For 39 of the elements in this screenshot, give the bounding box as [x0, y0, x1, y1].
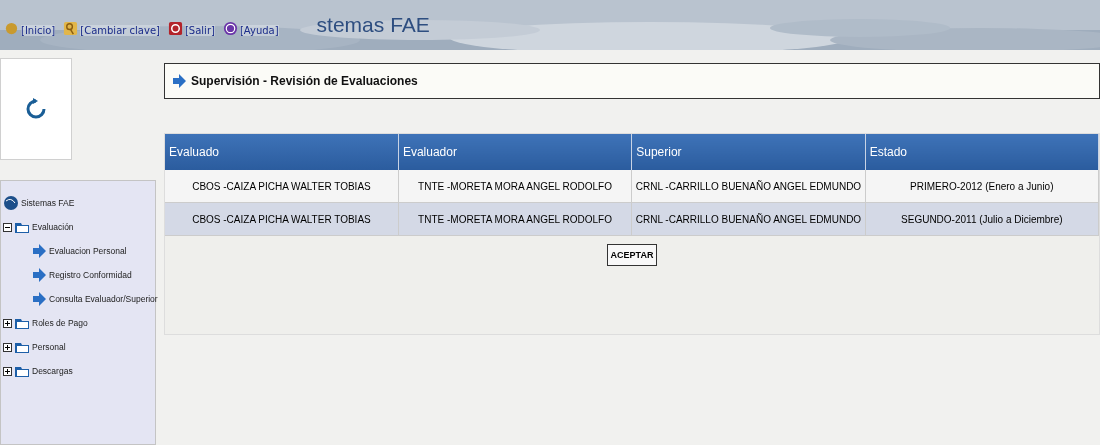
tree-item[interactable]: Sistemas FAE [21, 198, 75, 208]
refresh-icon[interactable] [24, 97, 48, 121]
column-header: Evaluado [165, 134, 399, 170]
help-icon[interactable] [222, 21, 238, 36]
column-header: Estado [865, 134, 1099, 170]
arrow-icon [31, 291, 47, 307]
accept-button[interactable]: ACEPTAR [606, 244, 658, 266]
tree-item[interactable]: Roles de Pago [32, 318, 88, 328]
tree-item[interactable]: Consulta Evaluador/Superior [49, 294, 158, 304]
header-link[interactable]: [Salir] [184, 25, 215, 36]
power-icon[interactable] [167, 21, 183, 36]
column-header: Evaluador [398, 134, 632, 170]
table-cell: CBOS -CAIZA PICHA WALTER TOBIAS [165, 170, 399, 203]
table-cell: CRNL -CARRILLO BUENAÑO ANGEL EDMUNDO [631, 202, 866, 236]
tree-item[interactable]: Registro Conformidad [49, 270, 132, 280]
header-link[interactable]: [Inicio] [21, 25, 56, 36]
header-link[interactable]: [Cambiar clave] [80, 25, 160, 36]
table-cell: CBOS -CAIZA PICHA WALTER TOBIAS [165, 202, 399, 236]
page-title: Supervisión - Revisión de Evaluaciones [191, 74, 418, 88]
arrow-icon [31, 267, 47, 283]
expand-icon[interactable] [3, 318, 12, 328]
tree-item[interactable]: Evaluación [32, 222, 74, 232]
banner-title: stemas FAE [316, 13, 430, 37]
table-cell: PRIMERO-2012 (Enero a Junio) [865, 170, 1099, 203]
table-cell: TNTE -MORETA MORA ANGEL RODOLFO [398, 202, 632, 236]
expand-icon[interactable] [3, 366, 12, 376]
table-cell: TNTE -MORETA MORA ANGEL RODOLFO [398, 170, 632, 203]
arrow-icon [31, 243, 47, 259]
collapse-icon[interactable] [3, 222, 12, 232]
tree-item[interactable]: Personal [32, 342, 66, 352]
table-cell: CRNL -CARRILLO BUENAÑO ANGEL EDMUNDO [631, 170, 866, 203]
tree-item[interactable]: Evaluacion Personal [49, 246, 127, 256]
table-cell: SEGUNDO-2011 (Julio a Diciembre) [865, 202, 1099, 236]
globe-icon [3, 195, 19, 211]
tree-item[interactable]: Descargas [32, 366, 73, 376]
header-link[interactable]: [Ayuda] [239, 25, 279, 36]
column-header: Superior [631, 134, 866, 170]
arrow-icon [171, 73, 187, 89]
expand-icon[interactable] [3, 342, 12, 352]
